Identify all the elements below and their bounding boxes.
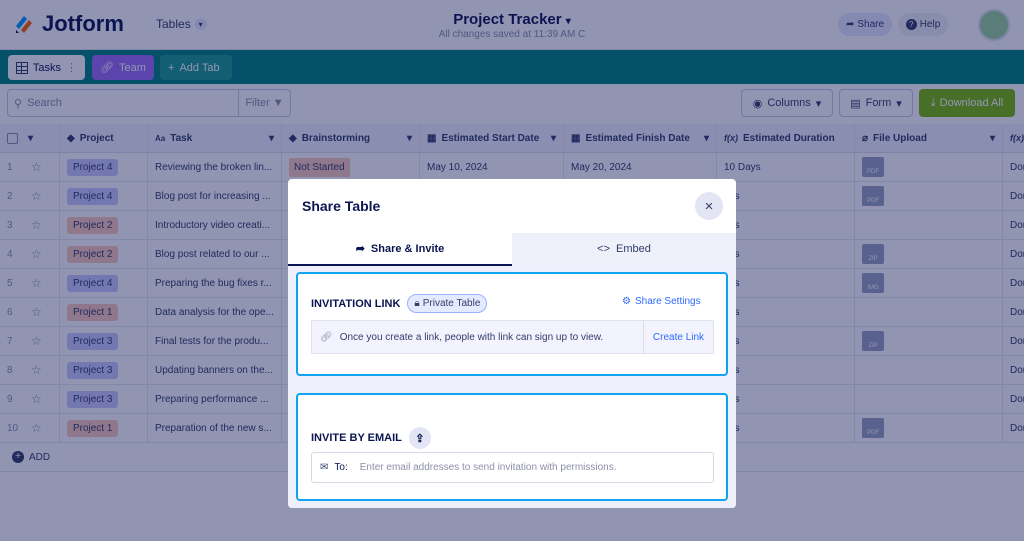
close-button[interactable]: × (695, 192, 723, 220)
close-icon: × (704, 197, 714, 215)
share-settings-link[interactable]: ⚙ Share Settings (622, 296, 701, 307)
private-table-label: Private Table (422, 298, 481, 309)
share-arrow-icon: ➦ (355, 243, 365, 255)
tab-embed[interactable]: <> Embed (512, 233, 736, 266)
gear-icon: ⚙ (622, 296, 631, 307)
email-placeholder: Enter email addresses to send invitation… (359, 462, 617, 473)
email-field[interactable]: ✉ To: Enter email addresses to send invi… (311, 452, 714, 483)
tab-share-invite-label: Share & Invite (370, 242, 445, 255)
tab-embed-label: Embed (616, 242, 651, 255)
code-icon: <> (597, 242, 610, 255)
invitation-link-header: INVITATION LINK 🔒︎ Private Table (311, 294, 488, 313)
link-message-text: Once you create a link, people with link… (339, 331, 604, 343)
app: Jotform Tables ▾ Project Tracker ▾ All c… (0, 0, 1024, 541)
invitation-link-heading: INVITATION LINK (311, 297, 401, 310)
upload-button[interactable]: ⇪ (408, 427, 431, 449)
invitation-link-box: 🔗︎ Once you create a link, people with l… (311, 320, 714, 354)
tab-share-invite[interactable]: ➦ Share & Invite (288, 233, 512, 266)
lock-icon: 🔒︎ (414, 298, 420, 309)
dialog-body: INVITATION LINK 🔒︎ Private Table ⚙ Share… (288, 266, 736, 508)
mail-icon: ✉ (320, 462, 329, 473)
dialog-tabs: ➦ Share & Invite <> Embed (288, 233, 736, 266)
link-message: 🔗︎ Once you create a link, people with l… (312, 332, 643, 343)
share-table-dialog: Share Table × ➦ Share & Invite <> Embed … (288, 179, 736, 508)
dialog-title: Share Table (302, 198, 381, 214)
upload-icon: ⇪ (415, 432, 425, 445)
invite-by-email-section: INVITE BY EMAIL ⇪ ✉ To: Enter email addr… (296, 393, 728, 501)
share-settings-label: Share Settings (634, 296, 701, 307)
invitation-link-section: INVITATION LINK 🔒︎ Private Table ⚙ Share… (296, 272, 728, 376)
to-label: To: (334, 462, 348, 473)
private-table-badge[interactable]: 🔒︎ Private Table (407, 294, 488, 313)
link-icon: 🔗︎ (320, 331, 333, 343)
create-link-button[interactable]: Create Link (643, 321, 713, 353)
invite-by-email-header: INVITE BY EMAIL ⇪ (311, 427, 431, 449)
invite-by-email-heading: INVITE BY EMAIL (311, 432, 402, 444)
